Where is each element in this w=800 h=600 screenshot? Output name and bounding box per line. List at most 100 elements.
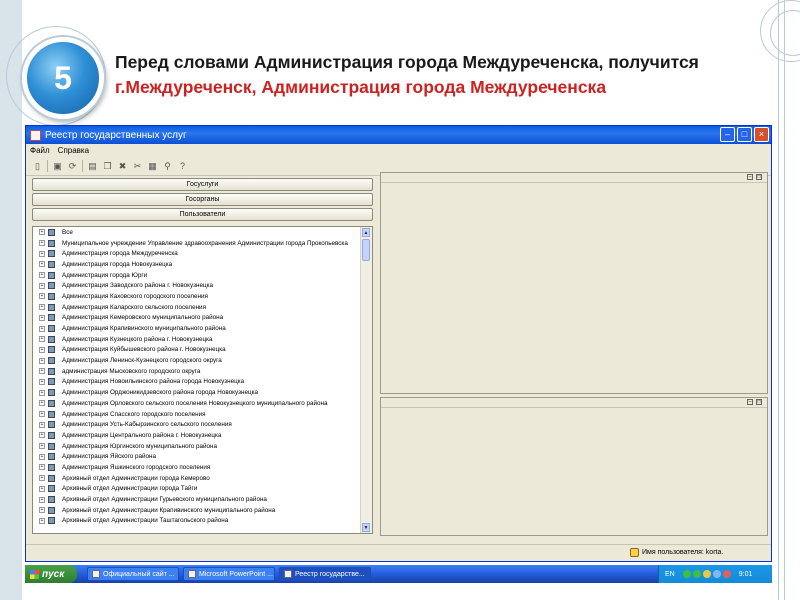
expand-icon[interactable]: +	[39, 421, 45, 428]
scroll-up-arrow[interactable]: ▲	[362, 228, 370, 237]
expand-icon[interactable]: +	[39, 517, 45, 524]
tree-item[interactable]: + Архивный отдел Администрации Таштагольс…	[33, 516, 372, 527]
expand-icon[interactable]: +	[39, 325, 45, 332]
tree-item[interactable]: + Администрация Орджоникидзевского района…	[33, 387, 372, 398]
expand-icon[interactable]: +	[39, 507, 45, 514]
expand-icon[interactable]: +	[39, 411, 45, 418]
tree-item[interactable]: + Администрация Каховского городского пос…	[33, 291, 372, 302]
close-button[interactable]: ×	[754, 127, 769, 142]
tree-item[interactable]: + Администрация Усть-Кабырзинского сельск…	[33, 419, 372, 430]
tree-item[interactable]: + Архивный отдел Администрации города Кем…	[33, 473, 372, 484]
tree-item[interactable]: + Администрация Юргинского муниципального…	[33, 441, 372, 452]
expand-icon[interactable]: +	[39, 304, 45, 311]
menu-help[interactable]: Справка	[58, 146, 89, 155]
antivirus-icon[interactable]	[722, 570, 731, 578]
tree-item[interactable]: + Администрация Яшкинского городского пос…	[33, 462, 372, 473]
expand-icon[interactable]: +	[39, 464, 45, 471]
expand-icon[interactable]: +	[39, 250, 45, 257]
language-indicator[interactable]: EN	[665, 571, 675, 578]
tree-item[interactable]: + Архивный отдел Администрации Гурьевског…	[33, 494, 372, 505]
expand-icon[interactable]: +	[39, 336, 45, 343]
copy-icon[interactable]: ❐	[102, 161, 113, 172]
status-user-label: Имя пользователя: korta.	[642, 549, 724, 556]
nav-button-gosorgany[interactable]: Госорганы	[32, 193, 373, 206]
expand-icon[interactable]: +	[39, 314, 45, 321]
panel-minimize-icon[interactable]: –	[747, 399, 753, 405]
tree-item[interactable]: + Администрация Спасского городского посе…	[33, 409, 372, 420]
expand-icon[interactable]: +	[39, 272, 45, 279]
tree-item[interactable]: + Администрация Куйбышевского района г. Н…	[33, 345, 372, 356]
expand-icon[interactable]: +	[39, 389, 45, 396]
expand-icon[interactable]: +	[39, 293, 45, 300]
organization-icon	[48, 357, 55, 365]
print-icon[interactable]: ▤	[87, 161, 98, 172]
expand-icon[interactable]: +	[39, 496, 45, 503]
tray-app-icon[interactable]	[712, 570, 721, 578]
expand-icon[interactable]: +	[39, 432, 45, 439]
find-icon[interactable]: ⚲	[162, 161, 173, 172]
scroll-down-arrow[interactable]: ▼	[362, 523, 370, 532]
expand-icon[interactable]: +	[39, 475, 45, 482]
tree-item[interactable]: + Все	[33, 227, 372, 238]
menu-file[interactable]: Файл	[30, 146, 50, 155]
tree-item[interactable]: + Администрация Кузнецкого района г. Ново…	[33, 334, 372, 345]
window-titlebar[interactable]: Реестр государственных услуг – □ ×	[26, 126, 771, 144]
volume-icon[interactable]	[702, 570, 711, 578]
organization-icon	[48, 517, 55, 525]
expand-icon[interactable]: +	[39, 453, 45, 460]
expand-icon[interactable]: +	[39, 400, 45, 407]
tree-item[interactable]: + Администрация Яйского района	[33, 451, 372, 462]
tree-item[interactable]: + администрация Мысковского городского ок…	[33, 366, 372, 377]
panel-maximize-icon[interactable]: □	[756, 174, 762, 180]
panel-minimize-icon[interactable]: –	[747, 174, 753, 180]
organization-icon	[48, 378, 55, 386]
expand-icon[interactable]: +	[39, 378, 45, 385]
cut-icon[interactable]: ✂	[132, 161, 143, 172]
network-icon[interactable]	[682, 570, 691, 578]
tree-item[interactable]: + Администрация Кемеровского муниципально…	[33, 313, 372, 324]
organization-icon	[48, 250, 55, 258]
tree-item[interactable]: + Администрация города Новокузнецка	[33, 259, 372, 270]
expand-icon[interactable]: +	[39, 261, 45, 268]
expand-icon[interactable]: +	[39, 346, 45, 353]
expand-icon[interactable]: +	[39, 357, 45, 364]
tree-item[interactable]: + Администрация города Юрги	[33, 270, 372, 281]
help-icon[interactable]: ?	[177, 161, 188, 172]
tree-item[interactable]: + Муниципальное учреждение Управление здр…	[33, 238, 372, 249]
tree-item[interactable]: + Администрация Ленинск-Кузнецкого городс…	[33, 355, 372, 366]
status-bar: Имя пользователя: korta.	[26, 544, 771, 561]
security-icon[interactable]	[692, 570, 701, 578]
expand-icon[interactable]: +	[39, 485, 45, 492]
nav-button-users[interactable]: Пользователи	[32, 208, 373, 221]
taskbar-item-registry[interactable]: Реестр государстве...	[279, 567, 371, 581]
delete-icon[interactable]: ✖	[117, 161, 128, 172]
tree-item[interactable]: + Администрация Каларского сельского посе…	[33, 302, 372, 313]
start-button[interactable]: пуск	[25, 565, 77, 583]
tree-item[interactable]: + Администрация Крапивинского муниципальн…	[33, 323, 372, 334]
taskbar-item-browser[interactable]: Официальный сайт ...	[87, 567, 179, 581]
taskbar-item-powerpoint[interactable]: Microsoft PowerPoint ...	[183, 567, 275, 581]
expand-icon[interactable]: +	[39, 282, 45, 289]
new-icon[interactable]: ▯	[32, 161, 43, 172]
save-icon[interactable]: ▣	[52, 161, 63, 172]
scroll-thumb[interactable]	[362, 239, 370, 261]
expand-icon[interactable]: +	[39, 368, 45, 375]
reload-icon[interactable]: ⟳	[67, 161, 78, 172]
tree-item[interactable]: + Администрация Орловского сельского посе…	[33, 398, 372, 409]
tree-item[interactable]: + Администрация Новоильинского района гор…	[33, 377, 372, 388]
tree-item[interactable]: + Администрация Заводского района г. Ново…	[33, 280, 372, 291]
tree-item[interactable]: + Архивный отдел Администрации города Тай…	[33, 484, 372, 495]
expand-icon[interactable]: +	[39, 229, 45, 236]
minimize-button[interactable]: –	[720, 127, 735, 142]
maximize-button[interactable]: □	[737, 127, 752, 142]
tree-item[interactable]: + Администрация Центрального района г. Но…	[33, 430, 372, 441]
paste-icon[interactable]: ▦	[147, 161, 158, 172]
nav-button-gosuslugi[interactable]: Госуслуги	[32, 178, 373, 191]
tree-scrollbar[interactable]: ▲ ▼	[360, 227, 372, 533]
expand-icon[interactable]: +	[39, 443, 45, 450]
tree-item[interactable]: + Администрация города Междуреченска	[33, 248, 372, 259]
tree-item[interactable]: + Архивный отдел Администрации Крапивинск…	[33, 505, 372, 516]
panel-maximize-icon[interactable]: □	[756, 399, 762, 405]
expand-icon[interactable]: +	[39, 240, 45, 247]
tree-item-label: Администрация Ленинск-Кузнецкого городск…	[62, 357, 222, 365]
